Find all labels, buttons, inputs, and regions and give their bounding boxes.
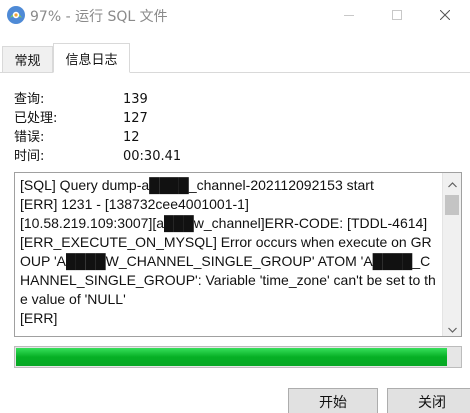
- log-scrollbar[interactable]: [442, 173, 461, 336]
- stat-label: 时间:: [14, 149, 45, 164]
- maximize-icon: [392, 10, 402, 20]
- log-text: [SQL] Query dump-a████_channel-202112092…: [20, 177, 436, 326]
- maximize-button[interactable]: [374, 0, 420, 30]
- tab-info-log[interactable]: 信息日志: [53, 43, 130, 73]
- minimize-button[interactable]: [326, 0, 372, 30]
- scroll-thumb[interactable]: [445, 195, 459, 215]
- info-log-textbox[interactable]: [SQL] Query dump-a████_channel-202112092…: [14, 172, 462, 337]
- minimize-icon: [344, 10, 354, 20]
- tab-bar: 常规 信息日志: [0, 43, 470, 73]
- close-button[interactable]: 关闭: [387, 388, 470, 413]
- stat-label: 查询:: [14, 92, 45, 107]
- progress-fill: [16, 348, 447, 366]
- run-sql-file-window: 97% - 运行 SQL 文件 常规 信息日志 查询: 139 已处理: 127: [0, 0, 470, 413]
- window-title: 97% - 运行 SQL 文件: [30, 9, 168, 25]
- stat-value: 139: [123, 92, 148, 107]
- scroll-down-button[interactable]: [443, 318, 461, 336]
- start-button[interactable]: 开始: [288, 388, 378, 413]
- title-bar: 97% - 运行 SQL 文件: [0, 0, 470, 30]
- tab-general[interactable]: 常规: [2, 46, 53, 72]
- navicat-app-icon: [6, 5, 26, 25]
- stat-value: 00:30.41: [123, 149, 182, 164]
- stat-value: 127: [123, 111, 148, 126]
- chevron-down-icon: [447, 318, 457, 337]
- progress-bar: [14, 346, 462, 368]
- chevron-up-icon: [447, 173, 457, 192]
- scroll-up-button[interactable]: [443, 173, 461, 191]
- stat-value: 12: [123, 130, 140, 145]
- close-icon: [440, 10, 450, 20]
- close-window-button[interactable]: [422, 0, 468, 30]
- stat-label: 已处理:: [14, 111, 58, 126]
- stat-label: 错误:: [14, 130, 45, 145]
